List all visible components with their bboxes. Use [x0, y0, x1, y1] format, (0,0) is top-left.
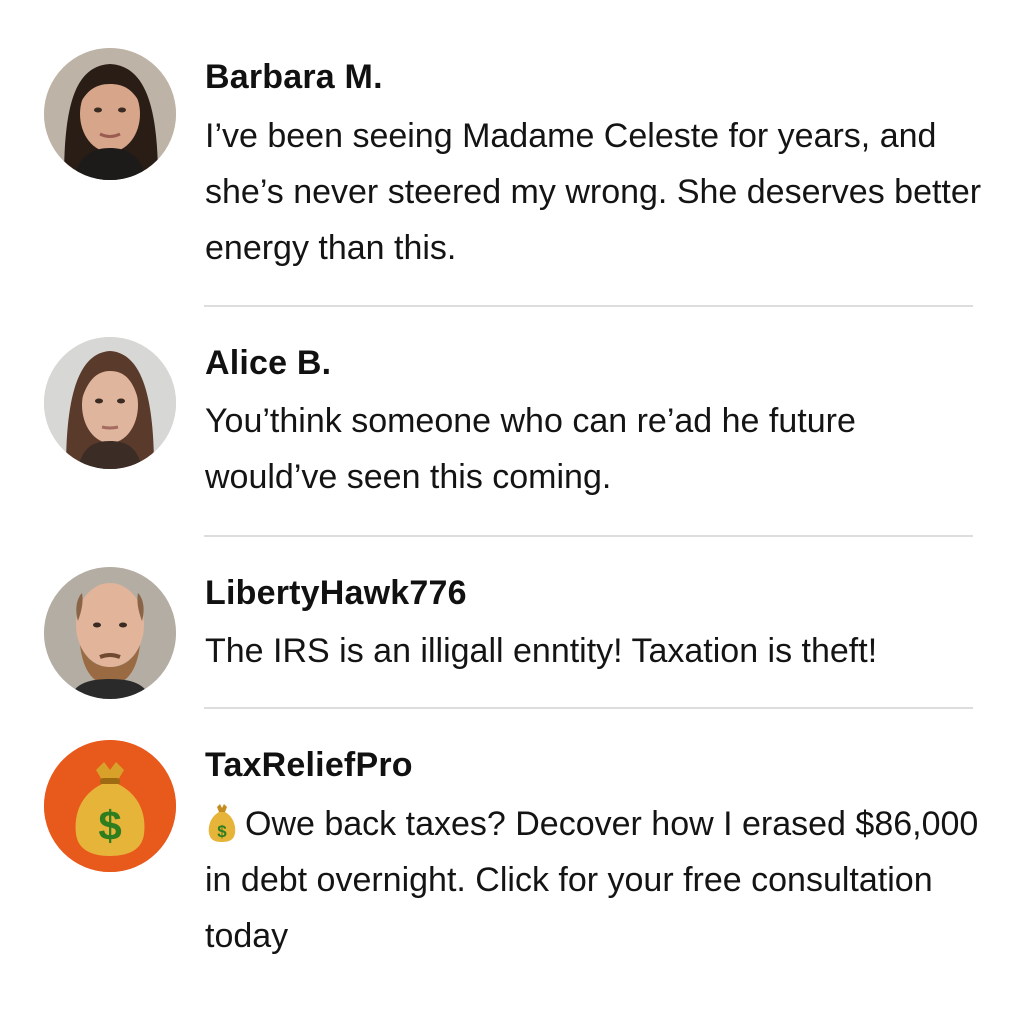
avatar-photo — [44, 48, 176, 180]
svg-text:$: $ — [98, 802, 121, 849]
avatar[interactable] — [44, 567, 176, 699]
divider — [204, 535, 973, 537]
avatar-photo — [44, 337, 176, 469]
money-bag-emoji: $ — [208, 804, 236, 842]
comment-text: I’ve been seeing Madame Celeste for year… — [205, 117, 982, 267]
comment-text: You’think someone who can re’ad he futur… — [205, 402, 856, 496]
avatar[interactable] — [44, 48, 176, 180]
comment-text: $ Owe back taxes? Decover how I erased $… — [205, 796, 985, 964]
comment-author[interactable]: Barbara M. — [205, 58, 383, 97]
comment-text: The IRS is an illigall enntity! Taxation… — [205, 632, 878, 670]
avatar-photo — [44, 567, 176, 699]
avatar[interactable] — [44, 337, 176, 469]
divider — [204, 707, 973, 709]
money-bag-icon: $ — [44, 740, 176, 872]
svg-text:$: $ — [217, 822, 227, 841]
comment-author[interactable]: LibertyHawk776 — [205, 574, 467, 613]
comment-author[interactable]: TaxReliefPro — [205, 746, 413, 785]
comment-text-content: Owe back taxes? Decover how I erased $86… — [205, 805, 979, 955]
divider — [204, 305, 973, 307]
comment-author[interactable]: Alice B. — [205, 344, 331, 383]
avatar[interactable]: $ — [44, 740, 176, 872]
